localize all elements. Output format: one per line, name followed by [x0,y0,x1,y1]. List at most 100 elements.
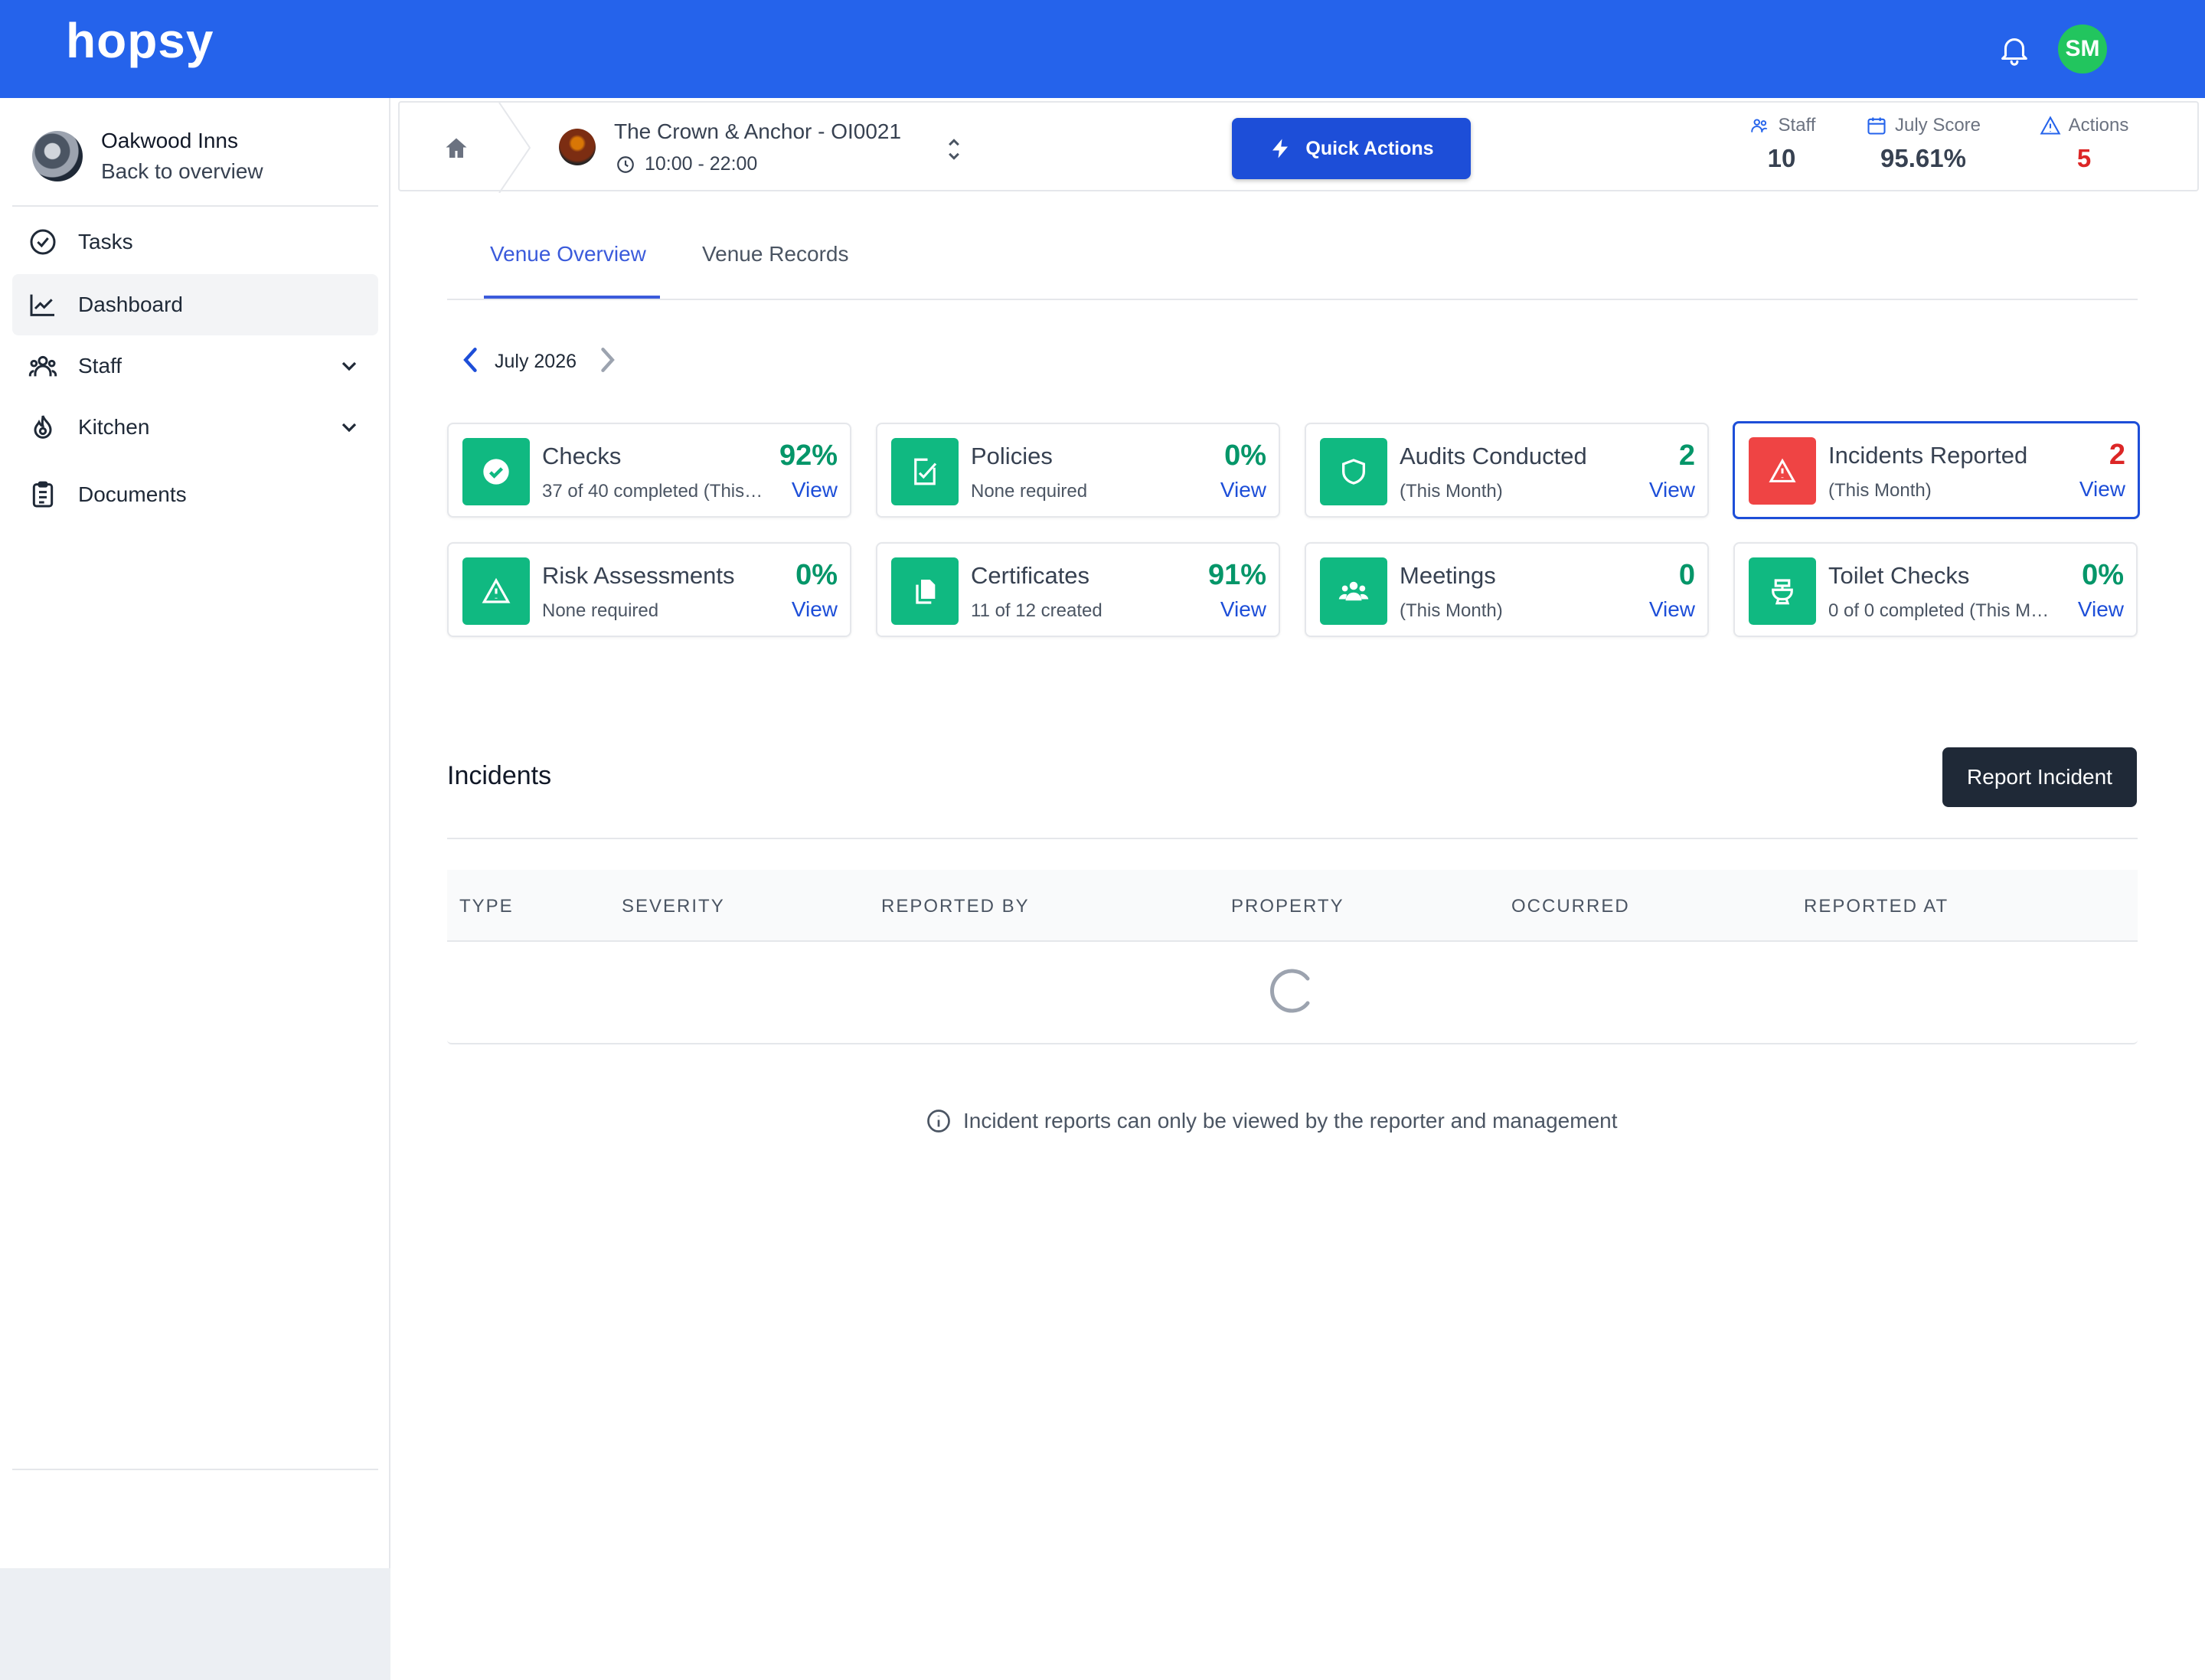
document-check-icon [891,438,959,505]
report-incident-button[interactable]: Report Incident [1942,747,2137,807]
venue-name: The Crown & Anchor - OI0021 [614,119,902,143]
card-meetings[interactable]: Meetings (This Month) 0 View [1305,542,1709,637]
column-header-severity[interactable]: SEVERITY [622,896,725,917]
column-header-type[interactable]: TYPE [459,896,514,917]
top-bar: hopsy SM [0,0,2205,98]
quick-actions-label: Quick Actions [1305,137,1434,159]
home-icon[interactable] [443,135,470,162]
card-value: 0% [1224,440,1266,472]
card-value: 92% [779,440,838,472]
card-subtitle: None required [971,481,1088,502]
sidebar-item-label: Staff [78,354,122,378]
sidebar-item-tasks[interactable]: Tasks [12,211,378,273]
table-header: TYPE SEVERITY REPORTED BY PROPERTY OCCUR… [447,870,2138,942]
chevron-left-icon[interactable] [458,343,484,377]
card-subtitle: None required [542,600,659,621]
stat-label: Staff [1778,115,1816,136]
card-value: 91% [1207,559,1266,591]
venue-hours-text: 10:00 - 22:00 [645,153,758,175]
check-circle-icon [28,227,58,257]
sidebar-item-label: Kitchen [78,415,150,439]
group-icon [1320,557,1387,625]
card-view-link[interactable]: View [792,597,838,622]
card-checks[interactable]: Checks 37 of 40 completed (This Month) 9… [447,423,851,518]
card-audits-conducted[interactable]: Audits Conducted (This Month) 2 View [1305,423,1709,518]
info-icon [927,1110,950,1133]
check-badge-icon [462,438,530,505]
card-value: 0 [1678,559,1695,591]
clock-icon [617,155,634,173]
tabs-divider [447,299,2138,300]
card-value: 0% [2082,559,2124,591]
chevron-up-down-icon[interactable] [943,135,965,164]
quick-actions-button[interactable]: Quick Actions [1232,118,1471,179]
card-view-link[interactable]: View [1220,478,1266,502]
card-incidents-reported[interactable]: Incidents Reported (This Month) 2 View [1733,421,2140,519]
card-toilet-checks[interactable]: Toilet Checks 0 of 0 completed (This Mon… [1733,542,2138,637]
org-avatar [32,131,83,181]
card-view-link[interactable]: View [1649,597,1695,622]
active-tab-indicator [484,296,660,299]
card-certificates[interactable]: Certificates 11 of 12 created 91% View [876,542,1280,637]
sidebar-item-staff[interactable]: Staff [12,335,378,397]
card-view-link[interactable]: View [1649,478,1695,502]
sidebar-item-label: Dashboard [78,293,183,316]
sidebar-divider [12,205,378,207]
card-policies[interactable]: Policies None required 0% View [876,423,1280,518]
org-switcher[interactable]: Oakwood Inns Back to overview [32,129,263,184]
stat-label: Actions [2068,115,2129,136]
stat-value: 5 [2076,144,2092,172]
sidebar-item-documents[interactable]: Documents [12,464,378,525]
stat-label: July Score [1894,115,1981,136]
chevron-down-icon[interactable] [337,354,361,378]
sidebar-item-dashboard[interactable]: Dashboard [12,274,378,335]
users-icon [1750,119,1767,132]
user-avatar[interactable]: SM [2058,25,2107,74]
chevron-down-icon[interactable] [337,415,361,440]
column-header-property[interactable]: PROPERTY [1231,896,1344,917]
venue-header: The Crown & Anchor - OI0021 10:00 - 22:0… [398,101,2199,193]
chevron-right-icon[interactable] [594,343,620,377]
venue-hours: 10:00 - 22:00 [616,153,757,175]
card-value: 2 [1678,440,1695,472]
card-title: Audits Conducted [1400,443,1587,469]
stat-july-score: July Score 95.61% [1839,115,2007,173]
incidents-divider [447,838,2138,839]
toilet-icon [1749,557,1816,625]
card-subtitle: 0 of 0 completed (This Month) [1828,600,2058,621]
card-subtitle: (This Month) [1400,600,1503,621]
bolt-icon [1272,139,1289,159]
stat-value: 95.61% [1880,144,1966,172]
card-view-link[interactable]: View [792,478,838,502]
users-icon [28,351,58,381]
card-subtitle: (This Month) [1828,480,1932,501]
note-text: Incident reports can only be viewed by t… [963,1109,1618,1133]
bell-icon[interactable] [1997,31,2032,69]
loading-spinner-icon [1270,969,1310,1013]
card-risk-assessments[interactable]: Risk Assessments None required 0% View [447,542,851,637]
card-view-link[interactable]: View [2079,477,2125,502]
clipboard-icon [28,479,58,510]
sidebar-item-kitchen[interactable]: Kitchen [12,397,378,458]
tab-venue-records[interactable]: Venue Records [702,242,848,266]
card-subtitle: 37 of 40 completed (This Month) [542,481,764,502]
column-header-reported-by[interactable]: REPORTED BY [881,896,1030,917]
card-subtitle: 11 of 12 created [971,600,1102,621]
warning-icon [1749,437,1816,505]
card-subtitle: (This Month) [1400,481,1503,502]
column-header-reported-at[interactable]: REPORTED AT [1804,896,1949,917]
card-view-link[interactable]: View [2078,597,2124,622]
sidebar-item-label: Documents [78,482,187,506]
warning-icon [2040,116,2061,135]
sidebar-footer [0,1568,390,1680]
card-title: Risk Assessments [542,562,735,589]
app-logo[interactable]: hopsy [66,12,214,69]
tab-venue-overview[interactable]: Venue Overview [490,242,646,266]
month-label: July 2026 [495,351,577,372]
card-view-link[interactable]: View [1220,597,1266,622]
sidebar-divider [12,1469,378,1470]
card-title: Toilet Checks [1828,562,1970,589]
stat-staff: Staff 10 [1717,115,1847,173]
column-header-occurred[interactable]: OCCURRED [1511,896,1630,917]
back-to-overview-link[interactable]: Back to overview [101,159,263,184]
